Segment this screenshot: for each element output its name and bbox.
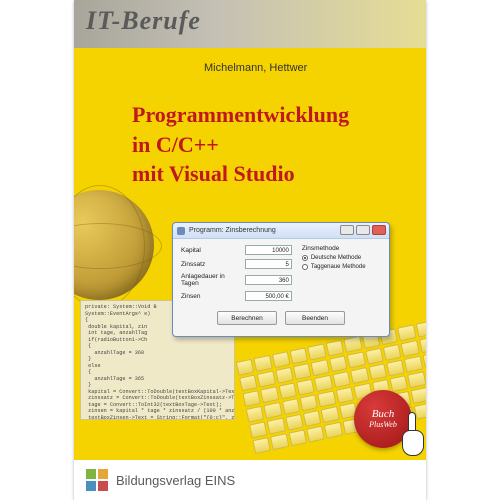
title-line-2: in C/C++ — [132, 130, 349, 160]
radio-icon — [302, 264, 308, 270]
book-cover: IT-Berufe Michelmann, Hettwer Programmen… — [74, 0, 426, 500]
tage-label: Anlagedauer in Tagen — [181, 273, 241, 287]
sample-dialog: Programm: Zinsberechnung Kapital 10000 Z… — [172, 222, 390, 337]
calc-button[interactable]: Berechnen — [217, 311, 277, 325]
dialog-title: Programm: Zinsberechnung — [189, 227, 276, 234]
radio-icon — [302, 255, 308, 261]
close-icon[interactable] — [372, 225, 386, 235]
close-button[interactable]: Beenden — [285, 311, 345, 325]
dialog-body: Kapital 10000 Zinssatz 5 Anlagedauer in … — [173, 239, 389, 311]
tage-field[interactable]: 360 — [245, 275, 292, 285]
series-header: IT-Berufe — [74, 0, 426, 48]
authors: Michelmann, Hettwer — [204, 62, 307, 74]
title-line-3: mit Visual Studio — [132, 159, 349, 189]
title-line-1: Programmentwicklung — [132, 100, 349, 130]
radio-label: Taggenaue Methode — [311, 264, 366, 270]
pointer-hand-icon — [390, 411, 426, 456]
zinssatz-label: Zinssatz — [181, 261, 241, 268]
window-buttons — [340, 225, 386, 235]
minimize-icon[interactable] — [340, 225, 354, 235]
radio-deutsche[interactable]: Deutsche Methode — [302, 255, 381, 261]
kapital-label: Kapital — [181, 247, 241, 254]
footer: Bildungsverlag EINS — [74, 460, 426, 500]
publisher-name: Bildungsverlag EINS — [116, 473, 235, 488]
radio-label: Deutsche Methode — [311, 255, 361, 261]
app-icon — [177, 227, 185, 235]
kapital-field[interactable]: 10000 — [245, 245, 292, 255]
zinsen-label: Zinsen — [181, 293, 241, 300]
maximize-icon[interactable] — [356, 225, 370, 235]
method-group-title: Zinsmethode — [302, 245, 381, 252]
book-title: Programmentwicklung in C/C++ mit Visual … — [132, 100, 349, 189]
radio-taggenau[interactable]: Taggenaue Methode — [302, 264, 381, 270]
zinsen-field: 500,00 € — [245, 291, 292, 301]
globe-graphic — [74, 190, 154, 300]
dialog-titlebar: Programm: Zinsberechnung — [173, 223, 389, 239]
publisher-logo-icon — [86, 469, 108, 491]
zinssatz-field[interactable]: 5 — [245, 259, 292, 269]
series-title: IT-Berufe — [86, 6, 201, 36]
